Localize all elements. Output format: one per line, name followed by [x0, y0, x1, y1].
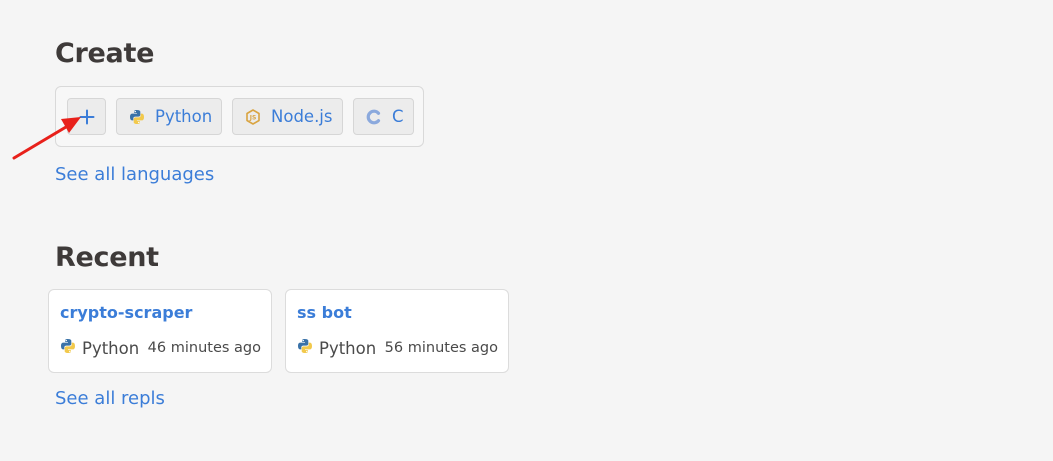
create-c-button[interactable]: C	[353, 98, 414, 135]
nodejs-icon: JS	[245, 108, 261, 125]
repl-meta: Python 46 minutes ago	[60, 338, 261, 358]
plus-icon	[79, 109, 95, 125]
c-language-icon	[366, 109, 382, 125]
repl-timestamp: 46 minutes ago	[147, 340, 261, 356]
nodejs-chip-label: Node.js	[271, 107, 333, 126]
create-new-repl-button[interactable]	[67, 98, 106, 135]
repl-language: Python	[319, 338, 377, 358]
create-nodejs-button[interactable]: JS Node.js	[232, 98, 343, 135]
python-icon	[129, 109, 145, 125]
create-language-bar: Python JS Node.js C	[55, 86, 424, 147]
repl-meta: Python 56 minutes ago	[297, 338, 498, 358]
svg-text:JS: JS	[249, 114, 257, 121]
python-icon	[297, 338, 313, 358]
c-chip-label: C	[392, 107, 404, 126]
recent-repl-card[interactable]: ss bot Python 56 minutes ago	[285, 289, 509, 373]
repl-name[interactable]: ss bot	[297, 303, 352, 322]
repl-name[interactable]: crypto-scraper	[60, 303, 192, 322]
see-all-repls-link[interactable]: See all repls	[55, 388, 165, 409]
create-python-button[interactable]: Python	[116, 98, 222, 135]
repl-language: Python	[82, 338, 140, 358]
python-chip-label: Python	[155, 107, 213, 126]
recent-heading: Recent	[55, 242, 159, 273]
python-icon	[60, 338, 76, 358]
recent-repl-card[interactable]: crypto-scraper Python 46 minutes ago	[48, 289, 272, 373]
create-heading: Create	[55, 38, 155, 69]
see-all-languages-link[interactable]: See all languages	[55, 164, 214, 185]
repl-timestamp: 56 minutes ago	[384, 340, 498, 356]
